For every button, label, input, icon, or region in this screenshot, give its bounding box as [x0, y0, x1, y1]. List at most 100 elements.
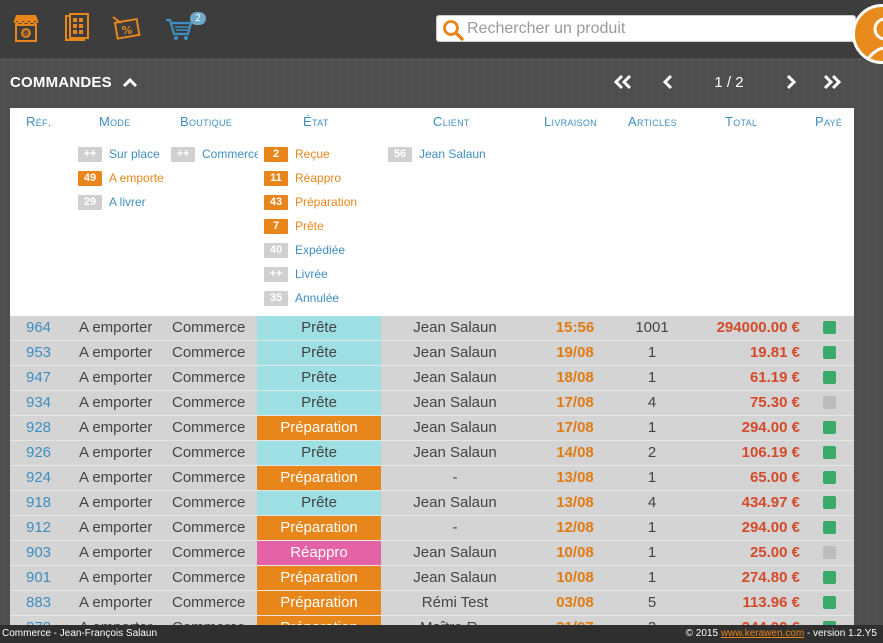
order-client: Jean Salaun — [413, 494, 497, 511]
filter-state-item[interactable]: 7 Prête — [264, 218, 324, 234]
filter-label: Annulée — [295, 291, 340, 305]
order-ref: 903 — [26, 544, 52, 561]
order-state-badge: Prête — [257, 441, 381, 465]
order-articles: 1001 — [635, 319, 669, 336]
filter-state-item[interactable]: 11 Réappro — [264, 170, 341, 186]
filter-mode-item[interactable]: 49 A emporte — [78, 170, 164, 186]
table-row[interactable]: 918 A emporter Commerce Prête Jean Salaun 13/… — [10, 491, 854, 516]
catalog-icon[interactable] — [61, 12, 91, 44]
order-client: Jean Salaun — [413, 419, 497, 436]
last-page-button[interactable] — [821, 72, 843, 92]
order-delivery-date: 10/08 — [556, 569, 594, 586]
order-ref: 934 — [26, 394, 52, 411]
table-row[interactable]: 924 A emporter Commerce Préparation - 13/08 1 6… — [10, 466, 854, 491]
order-state-badge: Préparation — [257, 566, 381, 590]
order-articles: 1 — [647, 419, 657, 436]
search-box — [436, 15, 856, 42]
table-row[interactable]: 903 A emporter Commerce Réappro Jean Salaun 1… — [10, 541, 854, 566]
order-delivery-date: 17/08 — [556, 419, 594, 436]
paid-indicator-paid — [823, 571, 836, 584]
order-delivery-date: 14/08 — [556, 444, 594, 461]
avatar[interactable] — [852, 4, 883, 64]
order-ref: 883 — [26, 594, 52, 611]
order-articles: 1 — [647, 569, 657, 586]
order-state-badge: Prête — [257, 366, 381, 390]
filter-state-item[interactable]: 40 Expédiée — [264, 242, 345, 258]
column-header-ref[interactable]: Réf. — [26, 114, 52, 129]
filter-label: A livrer — [109, 195, 146, 209]
column-header-total[interactable]: Total — [725, 114, 757, 129]
order-shop: Commerce — [172, 444, 246, 461]
order-state-badge: Préparation — [257, 591, 381, 615]
search-input[interactable] — [467, 16, 847, 41]
filter-state-item[interactable]: 43 Préparation — [264, 194, 357, 210]
column-header-shop[interactable]: Boutique — [180, 114, 232, 129]
first-page-button[interactable] — [612, 72, 634, 92]
filter-shop-item[interactable]: ++ Commerce — [171, 146, 258, 162]
filter-label: Réappro — [295, 171, 342, 185]
column-header-client[interactable]: Client — [433, 114, 470, 129]
filter-count-badge: ++ — [171, 146, 195, 162]
filter-client-item[interactable]: 56 Jean Salaun — [388, 146, 486, 162]
paid-indicator-unpaid — [823, 546, 836, 559]
store-icon[interactable]: @ — [11, 12, 41, 44]
order-shop: Commerce — [172, 344, 246, 361]
table-row[interactable]: 947 A emporter Commerce Prête Jean Salaun 18/… — [10, 366, 854, 391]
filter-state-item[interactable]: 2 Reçue — [264, 146, 330, 162]
paid-indicator-paid — [823, 346, 836, 359]
column-header-paid[interactable]: Payé — [815, 114, 842, 129]
table-row[interactable]: 883 A emporter Commerce Préparation Rémi Tes… — [10, 591, 854, 616]
order-shop: Commerce — [172, 469, 246, 486]
filter-mode-item[interactable]: ++ Sur place — [78, 146, 160, 162]
filter-count-badge: 29 — [78, 194, 102, 210]
order-ref: 912 — [26, 519, 52, 536]
paid-indicator-paid — [823, 471, 836, 484]
table-row[interactable]: 953 A emporter Commerce Prête Jean Salaun 19/… — [10, 341, 854, 366]
order-mode: A emporter — [79, 344, 153, 361]
paid-indicator-unpaid — [823, 396, 836, 409]
order-client: Jean Salaun — [413, 319, 497, 336]
order-mode: A emporter — [79, 519, 153, 536]
filter-state-item[interactable]: 35 Annulée — [264, 290, 339, 306]
order-ref: 918 — [26, 494, 52, 511]
filter-count-badge: 40 — [264, 242, 288, 258]
filter-label: A emporte — [109, 171, 164, 185]
prev-page-button[interactable] — [660, 72, 676, 92]
order-mode: A emporter — [79, 594, 153, 611]
order-shop: Commerce — [172, 569, 246, 586]
discount-icon[interactable]: % — [111, 12, 141, 44]
double-chevron-left-icon — [613, 74, 632, 90]
column-header-delivery[interactable]: Livraison — [544, 114, 597, 129]
paid-indicator-paid — [823, 521, 836, 534]
table-row[interactable]: 912 A emporter Commerce Préparation - 12/08 1 2… — [10, 516, 854, 541]
order-state-badge: Préparation — [257, 416, 381, 440]
top-bar: @ % 2 — [0, 0, 883, 64]
filter-mode-item[interactable]: 29 A livrer — [78, 194, 146, 210]
order-state-badge: Réappro — [257, 541, 381, 565]
double-chevron-right-icon — [823, 74, 842, 90]
column-header-mode[interactable]: Mode — [99, 114, 131, 129]
collapse-chevron-icon[interactable] — [121, 74, 139, 92]
order-state-badge: Prête — [257, 391, 381, 415]
footer-info: © 2015 www.kerawen.com - version 1.2.Y5 — [686, 628, 877, 639]
order-articles: 1 — [647, 469, 657, 486]
filter-count-badge: 2 — [264, 146, 288, 162]
table-row[interactable]: 901 A emporter Commerce Préparation Jean Sal… — [10, 566, 854, 591]
filter-state-item[interactable]: ++ Livrée — [264, 266, 328, 282]
table-row[interactable]: 928 A emporter Commerce Préparation Jean Sal… — [10, 416, 854, 441]
paid-indicator-paid — [823, 496, 836, 509]
kerawen-link[interactable]: www.kerawen.com — [721, 628, 804, 639]
column-header-state[interactable]: État — [303, 114, 329, 129]
table-row[interactable]: 934 A emporter Commerce Prête Jean Salaun 17/… — [10, 391, 854, 416]
order-shop: Commerce — [172, 594, 246, 611]
column-header-articles[interactable]: Articles — [628, 114, 677, 129]
order-articles: 1 — [647, 519, 657, 536]
table-row[interactable]: 926 A emporter Commerce Prête Jean Salaun 14/… — [10, 441, 854, 466]
order-mode: A emporter — [79, 494, 153, 511]
svg-text:%: % — [121, 24, 132, 37]
order-total: 294.00 € — [741, 519, 800, 536]
next-page-button[interactable] — [783, 72, 799, 92]
order-total: 61.19 € — [749, 369, 800, 386]
table-row[interactable]: 964 A emporter Commerce Prête Jean Salaun 15:… — [10, 316, 854, 341]
order-total: 294000.00 € — [716, 319, 800, 336]
